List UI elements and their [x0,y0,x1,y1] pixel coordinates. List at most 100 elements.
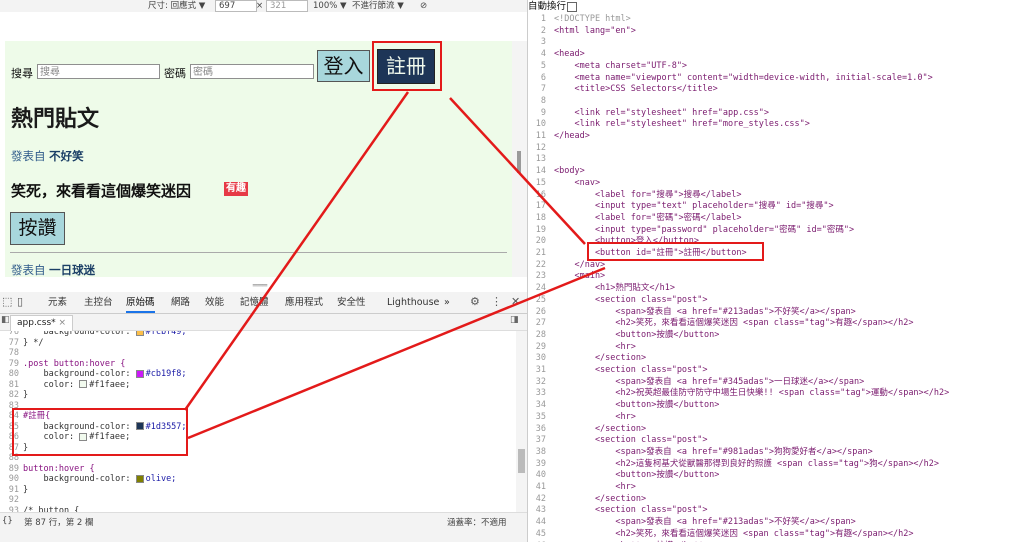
tab-memory[interactable]: 記憶體 [240,292,269,313]
gear-icon[interactable]: ⚙ [470,295,480,309]
code-text: } */ [23,337,44,348]
throttle-select[interactable]: 不進行節流 ▼ [352,0,404,12]
file-tab[interactable]: app.css* × [10,315,74,331]
device-toolbar: 尺寸: 回應式 ▼ 697 × 321 100% ▼ 不進行節流 ▼ ⊘ [0,0,527,12]
line-number: 22 [535,259,546,270]
source-text: <link rel="stylesheet" href="app.css"> [554,107,769,118]
code-text: color: #f1faee; [23,380,130,391]
source-text: <hr> [554,341,636,352]
login-button[interactable]: 登入 [317,50,370,82]
post-divider [10,252,507,253]
highlight-css-rule [12,408,188,456]
line-number: 20 [535,236,546,247]
color-swatch[interactable] [135,369,144,378]
line-wrap-checkbox[interactable] [567,1,578,12]
editor-scrollbar[interactable] [516,331,527,512]
line-number: 13 [535,154,546,165]
line-number: 15 [535,177,546,188]
code-line: 81 color: #f1faee; [0,380,516,391]
line-wrap-toggle[interactable]: 自動換行 [528,0,578,13]
source-text: <label for="搜尋">搜尋</label> [554,189,742,200]
like-button[interactable]: 按讚 [10,212,65,245]
line-number: 17 [535,201,546,212]
code-line: 89 button:hover { [0,464,516,475]
line-number: 45 [535,528,546,539]
drawer-resize-handle[interactable]: ═══ [0,280,527,292]
source-text: </section> [554,493,647,504]
source-line: 12 [528,143,1024,155]
source-line: 43 <section class="post"> [528,505,1024,517]
close-icon[interactable]: ✕ [511,295,520,309]
tab-sources[interactable]: 原始碼 [126,292,155,313]
author-link[interactable]: 不好笑 [49,149,84,163]
password-input[interactable]: 密碼 [190,64,314,79]
device-toggle-icon[interactable]: ▯ [17,295,23,309]
source-text: <label for="密碼">密碼</label> [554,212,742,223]
post-title: 笑死，來看看這個爆笑迷因 [11,182,192,200]
source-line: 5 <meta charset="UTF-8"> [528,61,1024,73]
source-text: <hr> [554,411,636,422]
search-input[interactable]: 搜尋 [37,64,160,79]
scrollbar-thumb[interactable] [518,449,525,473]
code-line: 77} */ [0,338,516,349]
source-text: <html lang="en"> [554,25,636,36]
line-number: 80 [8,369,19,379]
inspect-icon[interactable]: ⬚ [2,295,12,309]
line-number: 38 [535,446,546,457]
sidebar-toggle-icon[interactable]: ◨ [510,315,519,325]
line-number: 14 [535,166,546,177]
source-line: 13 [528,154,1024,166]
tab-console[interactable]: 主控台 [84,292,113,313]
source-line: 35 <hr> [528,412,1024,424]
tab-application[interactable]: 應用程式 [285,292,323,313]
tab-performance[interactable]: 效能 [205,292,224,313]
post-meta: 發表自 不好笑 [11,148,84,164]
color-swatch[interactable] [135,331,144,336]
code-token: background-color: [23,369,136,379]
source-line: 6 <meta name="viewport" content="width=d… [528,73,1024,85]
source-text: </nav> [554,259,606,270]
source-line: 32 <span>發表自 <a href="#345adas">一日球迷</a>… [528,377,1024,389]
pretty-print-button[interactable]: {} [2,516,13,526]
line-number: 40 [535,470,546,481]
source-text: <body> [554,166,585,177]
line-number: 4 [540,49,546,60]
author-link[interactable]: 一日球迷 [49,263,95,277]
line-number: 79 [8,358,19,369]
source-line: 11 </head> [528,131,1024,143]
tab-network[interactable]: 網路 [171,292,190,313]
source-text: <meta charset="UTF-8"> [554,60,688,71]
height-input[interactable]: 321 [266,0,308,12]
line-number: 23 [535,271,546,282]
scrollbar-thumb[interactable] [517,151,521,173]
source-text: <span>發表自 <a href="#345adas">一日球迷</a></s… [554,376,865,387]
line-number: 44 [535,517,546,528]
source-line: 25 <section class="post"> [528,295,1024,307]
tab-elements[interactable]: 元素 [48,292,67,313]
cursor-position: 第 87 行，第 2 欄 [24,518,94,528]
code-line: 80 background-color: #cb19f8; [0,369,516,380]
source-text: <input type="text" placeholder="搜尋" id="… [554,201,834,212]
viewport-scrollbar[interactable] [512,41,527,277]
times-sign: × [256,1,264,11]
source-line: 26 <span>發表自 <a href="#213adas">不好笑</a><… [528,307,1024,319]
more-tabs-button[interactable]: » [444,292,450,313]
source-text: <meta name="viewport" content="width=dev… [554,72,933,83]
tab-lighthouse[interactable]: Lighthouse [387,292,439,313]
dimension-select[interactable]: 尺寸: 回應式 ▼ [148,0,205,12]
kebab-menu-icon[interactable]: ⋮ [491,295,502,309]
rotate-icon[interactable]: ⊘ [420,0,427,12]
navigator-toggle-icon[interactable]: ◧ [1,315,10,325]
width-input[interactable]: 697 [215,0,257,12]
source-line: 22 </nav> [528,260,1024,272]
tab-security[interactable]: 安全性 [337,292,366,313]
line-number: 42 [535,493,546,504]
zoom-select[interactable]: 100% ▼ [313,0,347,12]
source-line: 23 <main> [528,271,1024,283]
line-number: 1 [540,14,546,24]
color-swatch[interactable] [135,474,144,483]
search-label: 搜尋 [11,67,33,80]
code-token: background-color: [23,331,136,337]
color-swatch[interactable] [79,380,88,388]
source-text: <hr> [554,482,636,492]
